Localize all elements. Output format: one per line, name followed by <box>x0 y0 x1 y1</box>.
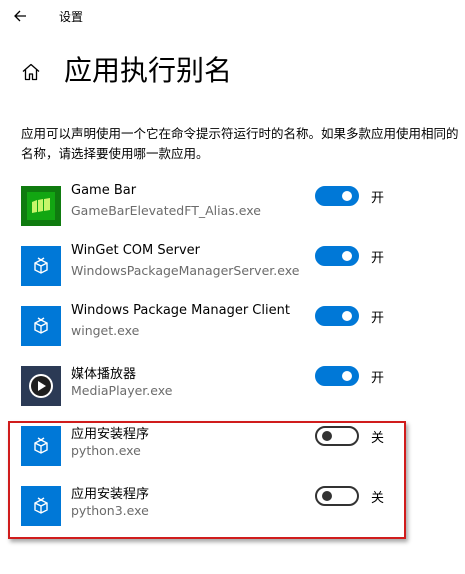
media-player-icon <box>21 366 61 406</box>
app-name: 应用安装程序 <box>71 487 150 502</box>
package-icon <box>21 306 61 346</box>
toggle-knob <box>342 251 352 261</box>
toggle-knob <box>322 431 332 441</box>
app-exe: python.exe <box>71 443 141 458</box>
toggle-state-label: 关 <box>371 491 385 506</box>
app-name: WinGet COM Server <box>71 243 201 258</box>
app-name: 媒体播放器 <box>71 367 137 382</box>
toggle-state-label: 开 <box>371 251 385 266</box>
toggle-knob <box>342 311 352 321</box>
app-exe: GameBarElevatedFT_Alias.exe <box>71 203 261 218</box>
toggle-state-label: 开 <box>371 191 385 206</box>
settings-page: 设置 应用执行别名 应用可以声明使用一个它在命令提示符运行时的名称。如果多款应用… <box>0 0 465 574</box>
toggle-state-label: 关 <box>371 431 385 446</box>
list-item: 应用安装程序 python.exe 关 <box>0 421 465 481</box>
app-exe: MediaPlayer.exe <box>71 383 173 398</box>
toggle-state-label: 开 <box>371 371 385 386</box>
package-icon <box>21 246 61 286</box>
toggle-knob <box>342 191 352 201</box>
toggle-state-label: 开 <box>371 311 385 326</box>
app-exe: python3.exe <box>71 503 149 518</box>
list-item: WinGet COM Server WindowsPackageManagerS… <box>0 241 465 301</box>
app-exe: WindowsPackageManagerServer.exe <box>71 263 300 278</box>
alias-toggle[interactable] <box>315 426 359 446</box>
app-name: Game Bar <box>71 183 137 198</box>
game-bar-icon <box>21 186 61 226</box>
list-item: Game Bar GameBarElevatedFT_Alias.exe 开 <box>0 181 465 241</box>
app-name: Windows Package Manager Client <box>71 303 290 318</box>
list-item: 媒体播放器 MediaPlayer.exe 开 <box>0 361 465 421</box>
alias-toggle[interactable] <box>315 246 359 266</box>
alias-list: Game Bar GameBarElevatedFT_Alias.exe 开 W… <box>0 0 465 574</box>
alias-toggle[interactable] <box>315 486 359 506</box>
alias-toggle[interactable] <box>315 186 359 206</box>
app-name: 应用安装程序 <box>71 427 150 442</box>
alias-toggle[interactable] <box>315 366 359 386</box>
list-item: Windows Package Manager Client winget.ex… <box>0 301 465 361</box>
toggle-knob <box>342 371 352 381</box>
list-item: 应用安装程序 python3.exe 关 <box>0 481 465 541</box>
app-exe: winget.exe <box>71 323 140 338</box>
alias-toggle[interactable] <box>315 306 359 326</box>
toggle-knob <box>322 491 332 501</box>
package-icon <box>21 426 61 466</box>
package-icon <box>21 486 61 526</box>
